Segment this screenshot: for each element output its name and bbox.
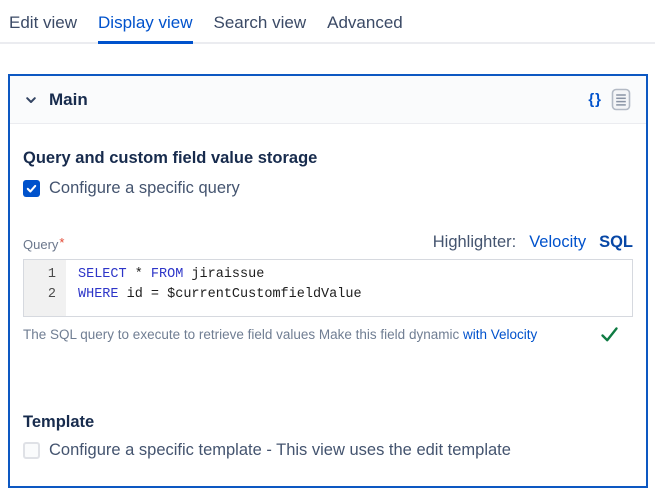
valid-check-icon <box>600 326 619 343</box>
highlighter-caption: Highlighter: <box>433 233 516 252</box>
tab-advanced[interactable]: Advanced <box>327 13 403 44</box>
panel-header-icons: {} <box>588 88 631 111</box>
editor-code-area[interactable]: SELECT * FROM jiraissueWHERE id = $curre… <box>66 260 632 316</box>
panel-body: Query and custom field value storage Con… <box>10 124 646 486</box>
main-panel-header[interactable]: Main {} <box>10 76 646 124</box>
braces-json-icon[interactable]: {} <box>588 91 602 108</box>
highlighter-option-sql[interactable]: SQL <box>599 233 633 252</box>
chevron-down-icon[interactable] <box>24 93 38 107</box>
main-panel: Main {} Query and custom field value sto… <box>8 74 648 488</box>
highlighter-option-velocity[interactable]: Velocity <box>529 233 586 252</box>
required-asterisk: * <box>59 235 64 250</box>
query-section-heading: Query and custom field value storage <box>23 149 633 168</box>
notes-document-icon[interactable] <box>611 88 631 111</box>
query-field-row: Query* Highlighter: Velocity SQL <box>23 233 633 252</box>
tab-edit-view[interactable]: Edit view <box>9 13 77 44</box>
tab-display-view[interactable]: Display view <box>98 13 192 44</box>
editor-line-numbers: 12 <box>24 260 66 316</box>
configure-query-checkbox[interactable] <box>23 180 40 197</box>
panel-title: Main <box>49 90 88 110</box>
highlighter-switcher: Highlighter: Velocity SQL <box>433 233 633 252</box>
with-velocity-link[interactable]: with Velocity <box>463 327 537 342</box>
configure-query-checkbox-label: Configure a specific query <box>49 179 240 198</box>
view-tab-bar: Edit view Display view Search view Advan… <box>0 0 655 44</box>
tab-search-view[interactable]: Search view <box>214 13 307 44</box>
configure-template-checkbox[interactable] <box>23 442 40 459</box>
configure-template-checkbox-label: Configure a specific template - This vie… <box>49 441 511 460</box>
template-section-heading: Template <box>23 413 633 432</box>
query-help-row: The SQL query to execute to retrieve fie… <box>23 326 633 343</box>
template-section: Template Configure a specific template -… <box>23 413 633 460</box>
query-code-editor[interactable]: 12 SELECT * FROM jiraissueWHERE id = $cu… <box>23 259 633 317</box>
configure-template-checkbox-row[interactable]: Configure a specific template - This vie… <box>23 441 633 460</box>
query-field-label: Query* <box>23 237 64 252</box>
configure-query-checkbox-row[interactable]: Configure a specific query <box>23 179 633 198</box>
query-help-text: The SQL query to execute to retrieve fie… <box>23 327 537 342</box>
